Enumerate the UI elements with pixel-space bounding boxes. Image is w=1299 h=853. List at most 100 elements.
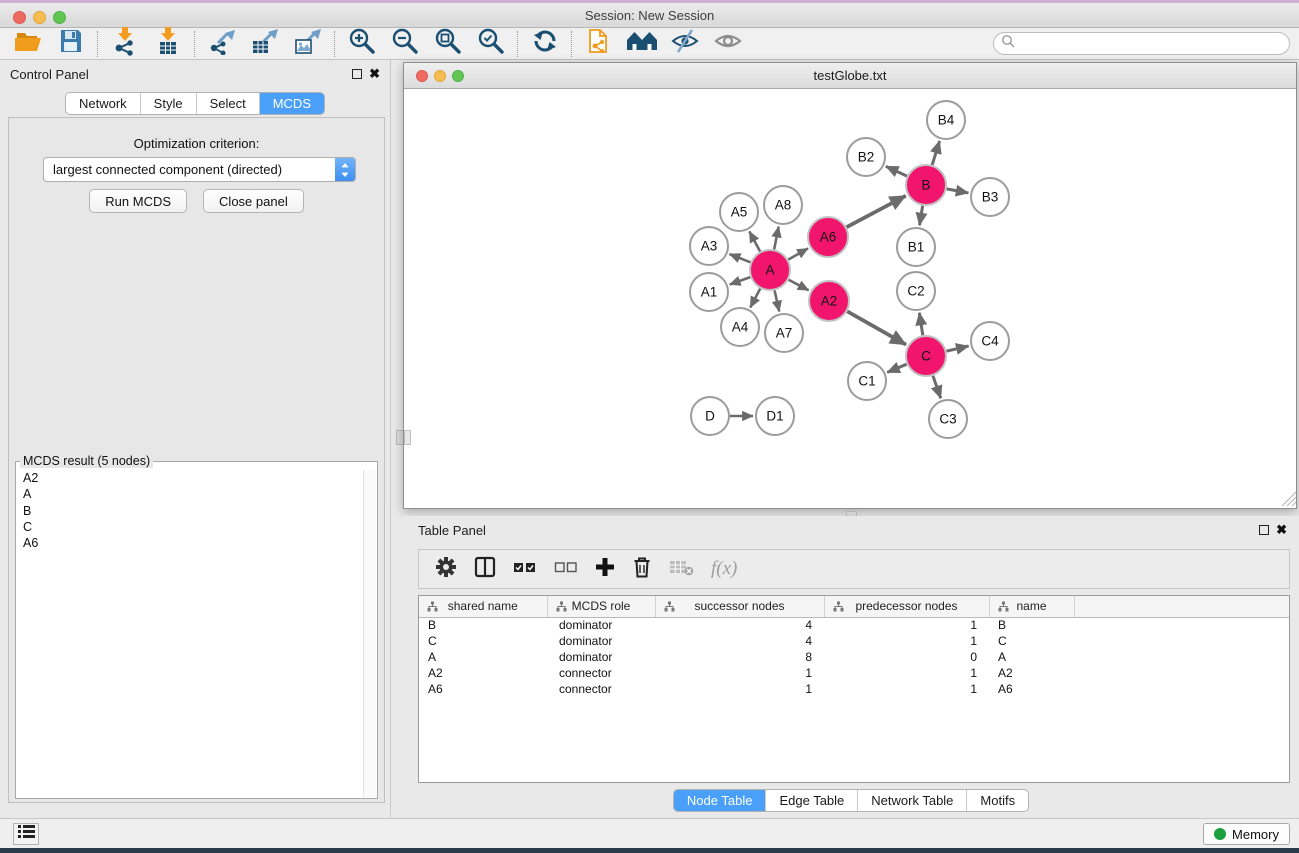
mcds-result-item[interactable]: A6 (17, 535, 363, 551)
network-window-titlebar[interactable]: testGlobe.txt (404, 63, 1296, 89)
select-all-icon[interactable] (513, 559, 537, 580)
minimize-traffic-light[interactable] (33, 11, 46, 24)
trash-icon[interactable] (632, 556, 652, 583)
show-columns-icon[interactable] (474, 556, 496, 583)
search-input[interactable] (1015, 35, 1289, 53)
float-panel-icon[interactable] (352, 69, 362, 79)
graph-edge-A2-C[interactable] (847, 311, 906, 344)
column-header-name[interactable]: name (989, 596, 1074, 617)
run-mcds-button[interactable]: Run MCDS (89, 189, 187, 213)
cell: B (419, 617, 547, 633)
graph-edge-A-A5[interactable] (749, 231, 760, 251)
tab-network[interactable]: Network (66, 93, 141, 114)
add-column-icon[interactable] (595, 557, 615, 582)
zoom-traffic-light[interactable] (53, 11, 66, 24)
export-image-button[interactable] (286, 29, 329, 59)
network-close-traffic-light[interactable] (416, 70, 428, 82)
graph-node-label: A2 (821, 294, 838, 309)
zoom-out-button[interactable] (383, 29, 426, 59)
close-panel-icon[interactable]: ✖ (369, 66, 380, 82)
graph-edge-A6-B[interactable] (847, 196, 906, 227)
criterion-dropdown[interactable]: largest connected component (directed) (43, 157, 356, 182)
graph-edge-C-C4[interactable] (946, 346, 968, 351)
table-float-panel-icon[interactable] (1259, 525, 1269, 535)
list-icon (18, 824, 35, 844)
graph-edge-B-B4[interactable] (932, 141, 939, 165)
graph-edge-C-C3[interactable] (933, 376, 941, 398)
close-traffic-light[interactable] (13, 11, 26, 24)
table-row[interactable]: Adominator80A (419, 649, 1289, 665)
result-list-scrollbar[interactable] (363, 470, 376, 797)
graph-edge-B-B2[interactable] (886, 166, 907, 176)
network-file-button[interactable] (577, 29, 620, 59)
table-row[interactable]: Bdominator41B (419, 617, 1289, 633)
resize-grip-icon[interactable] (1292, 502, 1296, 506)
deselect-all-icon[interactable] (554, 559, 578, 580)
graph-node-label: B2 (858, 150, 875, 165)
save-session-button[interactable] (49, 29, 92, 59)
tab-network-table[interactable]: Network Table (858, 790, 967, 811)
graph-edge-C-C1[interactable] (887, 364, 906, 372)
mcds-result-item[interactable]: B (17, 503, 363, 519)
gear-icon[interactable] (435, 556, 457, 583)
tab-mcds[interactable]: MCDS (260, 93, 324, 114)
column-header-successor-nodes[interactable]: successor nodes (655, 596, 824, 617)
graph-edge-A-A6[interactable] (788, 248, 808, 259)
memory-button[interactable]: Memory (1203, 823, 1290, 845)
import-network-button[interactable] (103, 29, 146, 59)
column-header-shared-name[interactable]: shared name (419, 596, 547, 617)
search-box[interactable] (993, 32, 1290, 55)
export-table-button[interactable] (243, 29, 286, 59)
graph-edge-B-B1[interactable] (920, 206, 923, 226)
network-canvas[interactable]: B4B2BB3A8A5A6A3B1AA1C2A2A4A7C4CC1DD1C3 (404, 89, 1296, 508)
cell: connector (547, 665, 655, 681)
column-header-predecessor-nodes[interactable]: predecessor nodes (824, 596, 989, 617)
import-table-button[interactable] (146, 29, 189, 59)
graph-edge-A-A1[interactable] (730, 277, 751, 284)
mcds-result-item[interactable]: A2 (17, 470, 363, 486)
column-header-filler (1074, 596, 1289, 617)
column-header-MCDS-role[interactable]: MCDS role (547, 596, 655, 617)
graph-edge-A-A3[interactable] (729, 254, 750, 262)
table-row[interactable]: A6connector11A6 (419, 681, 1289, 697)
mcds-result-item[interactable]: A (17, 486, 363, 502)
tab-node-table[interactable]: Node Table (674, 790, 767, 811)
table-row[interactable]: A2connector11A2 (419, 665, 1289, 681)
mcds-result-item[interactable]: C (17, 519, 363, 535)
table-toolbar: f(x) (418, 549, 1290, 589)
tab-select[interactable]: Select (197, 93, 260, 114)
network-zoom-traffic-light[interactable] (452, 70, 464, 82)
close-panel-button[interactable]: Close panel (203, 189, 304, 213)
resize-grip-icon[interactable] (1287, 497, 1296, 506)
hide-selected-button[interactable] (663, 29, 706, 59)
canvas-scrollbar-fragment[interactable] (404, 430, 411, 445)
graph-edge-A-A4[interactable] (750, 289, 760, 308)
show-eye-button[interactable] (706, 29, 749, 59)
tab-style[interactable]: Style (141, 93, 197, 114)
table-row[interactable]: Cdominator41C (419, 633, 1289, 649)
graph-edge-A-A8[interactable] (774, 227, 779, 250)
toolbar-separator (97, 31, 98, 57)
open-file-button[interactable] (6, 29, 49, 59)
cell: A2 (989, 665, 1074, 681)
cell: A6 (989, 681, 1074, 697)
zoom-selected-button[interactable] (469, 29, 512, 59)
graph-edge-A-A2[interactable] (789, 280, 809, 291)
zoom-fit-button[interactable] (426, 29, 469, 59)
cell: 1 (824, 681, 989, 697)
network-minimize-traffic-light[interactable] (434, 70, 446, 82)
zoom-in-button[interactable] (340, 29, 383, 59)
tab-motifs[interactable]: Motifs (967, 790, 1028, 811)
cell: 1 (824, 665, 989, 681)
cell: C (989, 633, 1074, 649)
houses-button[interactable] (620, 29, 663, 59)
graph-edge-C-C2[interactable] (919, 313, 922, 336)
export-network-button[interactable] (200, 29, 243, 59)
table-close-panel-icon[interactable]: ✖ (1276, 522, 1287, 538)
tab-edge-table[interactable]: Edge Table (766, 790, 858, 811)
graph-edge-B-B3[interactable] (947, 189, 969, 193)
graph-edge-A-A7[interactable] (775, 290, 780, 311)
task-list-button[interactable] (13, 823, 39, 845)
refresh-layout-button[interactable] (523, 29, 566, 59)
cell: dominator (547, 617, 655, 633)
